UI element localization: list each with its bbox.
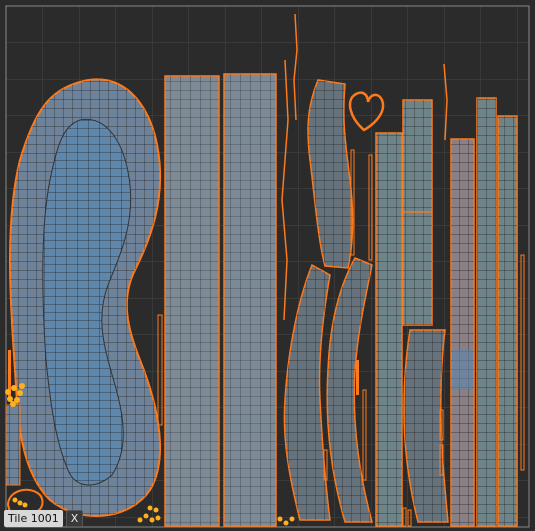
tile-label: Tile 1001 — [4, 510, 63, 527]
uv-island-strip-1[interactable] — [164, 75, 220, 527]
uv-island-column-7[interactable] — [497, 115, 518, 527]
tile-badge: Tile 1001 X — [4, 510, 84, 527]
tile-close-button[interactable]: X — [65, 510, 84, 527]
uv-island-strip-2[interactable] — [223, 73, 277, 527]
uv-island-column-5[interactable] — [450, 138, 475, 527]
uv-island-column-4[interactable] — [402, 99, 433, 326]
uv-island-column-3[interactable] — [375, 132, 403, 527]
uv-island-column-6[interactable] — [476, 97, 497, 527]
uv-editor-viewport[interactable] — [0, 0, 535, 531]
uv-island-thin-strip[interactable] — [356, 360, 359, 395]
